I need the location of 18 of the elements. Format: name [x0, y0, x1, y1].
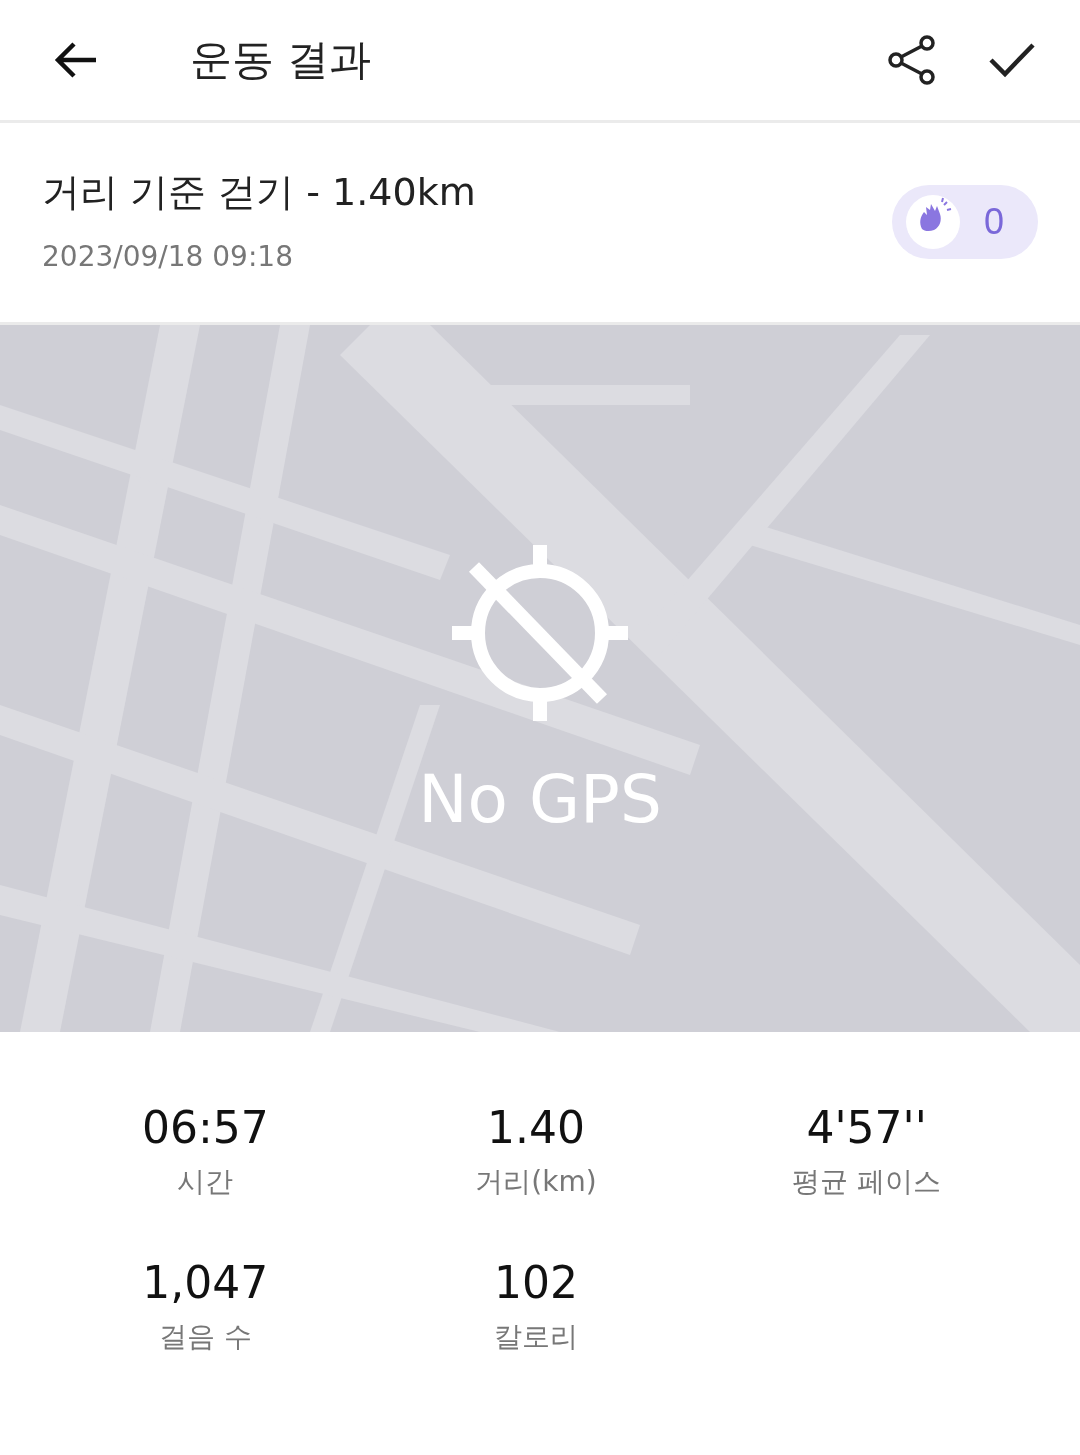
- stat-value: 102: [494, 1257, 578, 1308]
- clap-button[interactable]: 0: [892, 185, 1038, 259]
- stat-label: 거리(km): [475, 1164, 597, 1200]
- stat-value: 1,047: [142, 1257, 269, 1308]
- workout-datetime: 2023/09/18 09:18: [42, 240, 294, 273]
- stat-value: 1.40: [487, 1102, 585, 1153]
- screen-title: 운동 결과: [190, 34, 373, 86]
- back-arrow-icon: [54, 40, 98, 80]
- stat-label: 시간: [177, 1164, 234, 1200]
- stat-label: 칼로리: [494, 1319, 578, 1355]
- gps-off-icon: [452, 545, 628, 721]
- check-icon: [988, 42, 1036, 78]
- stat-value: 4'57'': [806, 1102, 927, 1153]
- share-icon: [887, 34, 937, 86]
- stat-label: 걸음 수: [158, 1319, 252, 1355]
- stat-label: 평균 페이스: [792, 1164, 942, 1200]
- stat-value: 06:57: [141, 1102, 269, 1153]
- workout-title: 거리 기준 걷기 - 1.40km: [42, 169, 476, 216]
